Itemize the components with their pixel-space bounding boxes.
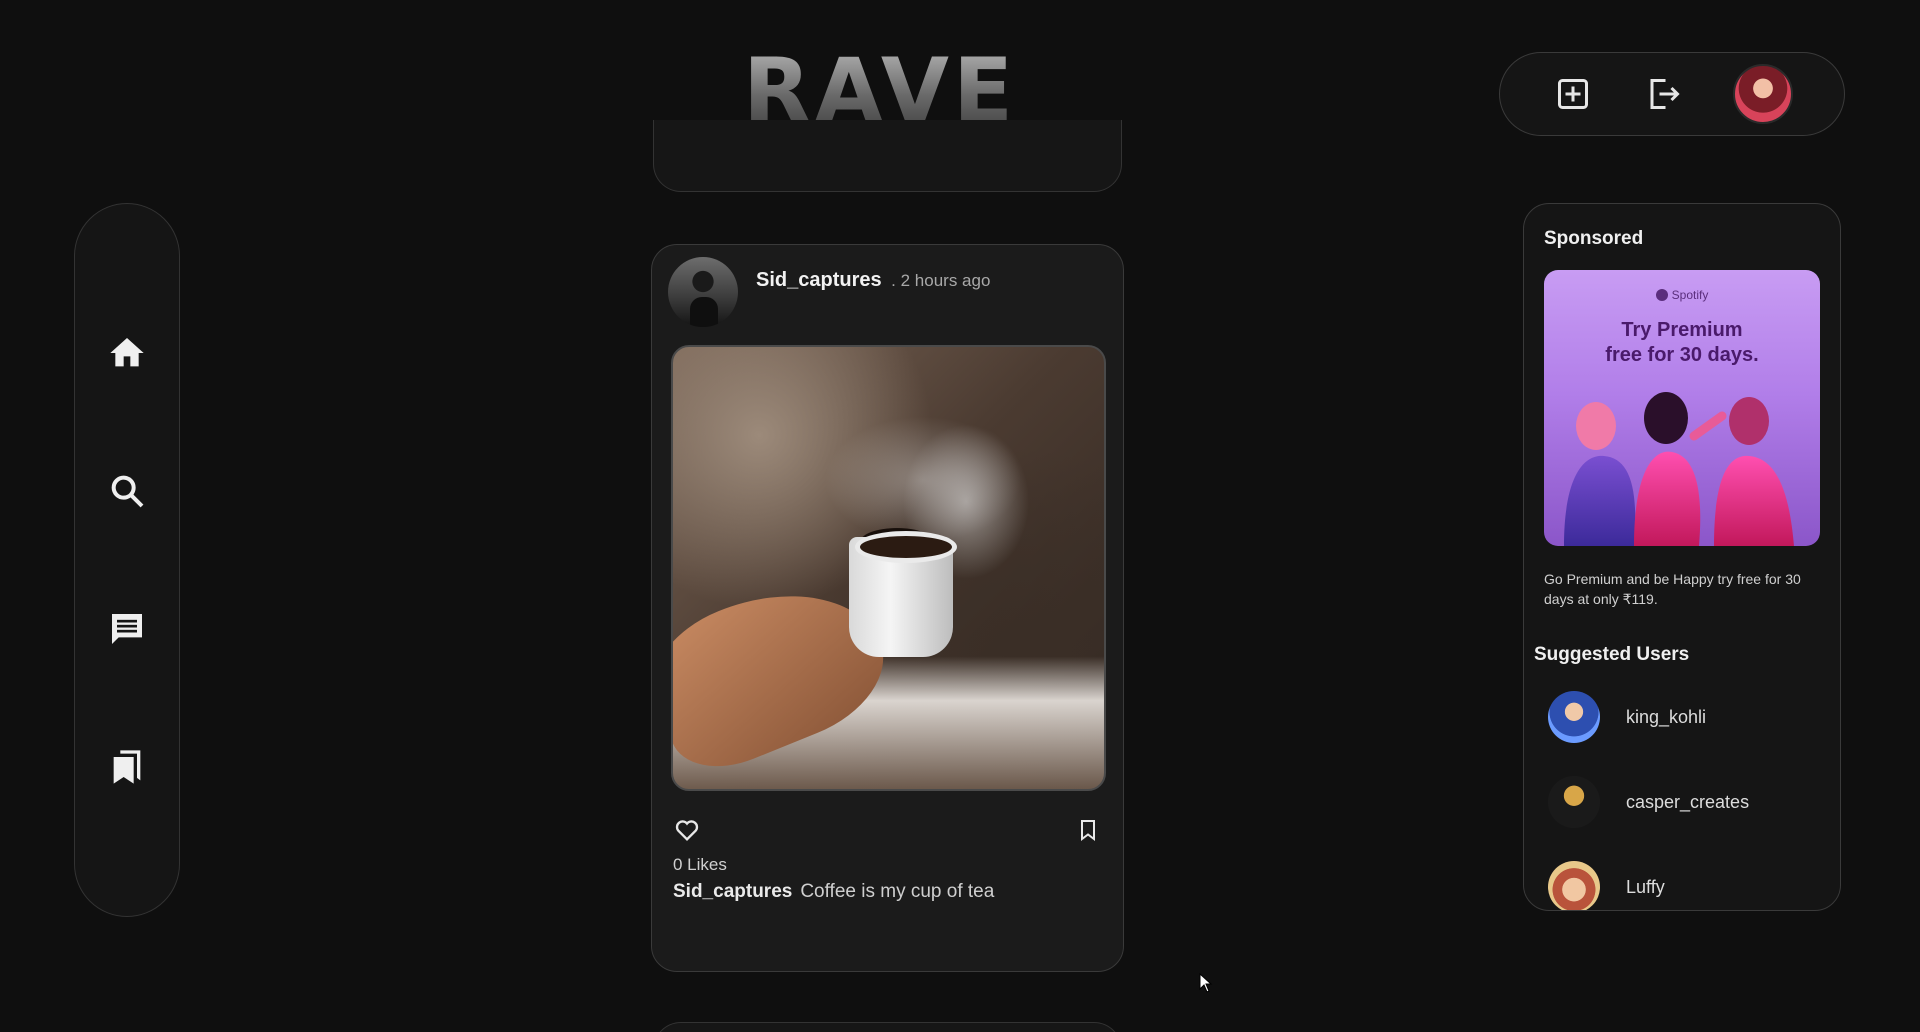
ad-brand-label: Spotify <box>1671 288 1709 302</box>
ad-headline: Try Premium free for 30 days. <box>1605 319 1759 366</box>
previous-post-card <box>653 120 1122 192</box>
bookmark-icon <box>1081 820 1095 841</box>
post-meta: Sid_captures . 2 hours ago <box>756 269 990 292</box>
mouse-cursor-icon <box>1199 973 1213 993</box>
search-icon <box>111 475 144 508</box>
right-panel: Sponsored Spotify Try Premium free for 3… <box>1523 203 1841 911</box>
post-author-name[interactable]: Sid_captures <box>756 269 882 291</box>
post-image[interactable] <box>671 345 1106 791</box>
sponsored-title: Sponsored <box>1544 228 1644 249</box>
like-button[interactable] <box>672 815 702 845</box>
suggested-user-row[interactable]: king_kohli <box>1548 691 1706 743</box>
chat-icon <box>112 614 142 644</box>
sidebar-nav <box>74 203 180 917</box>
home-icon <box>110 338 144 367</box>
ad-description: Go Premium and be Happy try free for 30 … <box>1544 571 1801 607</box>
user-name: casper_creates <box>1626 791 1750 812</box>
suggested-user-row[interactable]: Luffy <box>1548 861 1665 910</box>
likes-count: 0 Likes <box>673 855 727 874</box>
user-avatar <box>1548 776 1600 828</box>
ad-people-illustration <box>1564 392 1794 546</box>
app-page: RAVE Sid_captures . 2 hours ago 0 Likes … <box>0 0 1920 1032</box>
next-post-card <box>653 1022 1122 1032</box>
create-post-button[interactable] <box>1551 72 1595 116</box>
sidebar-item-home[interactable] <box>99 325 155 381</box>
profile-avatar[interactable] <box>1732 64 1793 124</box>
ad-brand: Spotify <box>1544 288 1820 302</box>
save-post-button[interactable] <box>1073 815 1103 845</box>
post-timestamp: . 2 hours ago <box>891 271 991 290</box>
caption-text: Coffee is my cup of tea <box>800 881 995 902</box>
suggested-user-row[interactable]: casper_creates <box>1548 776 1749 828</box>
spotify-icon <box>1655 289 1668 301</box>
sponsored-ad[interactable]: Spotify Try Premium free for 30 days. <box>1544 270 1820 546</box>
post-author-avatar[interactable] <box>668 257 738 327</box>
sidebar-item-messages[interactable] <box>99 601 155 657</box>
sidebar-item-search[interactable] <box>99 463 155 519</box>
post-card: Sid_captures . 2 hours ago 0 Likes Sid_c… <box>651 244 1124 972</box>
user-name: Luffy <box>1626 876 1665 897</box>
top-actions-bar <box>1499 52 1845 136</box>
caption-username[interactable]: Sid_captures <box>673 881 792 902</box>
post-caption: Sid_captures Coffee is my cup of tea <box>673 881 994 903</box>
post-actions <box>672 815 1103 845</box>
plus-square-icon <box>1558 79 1589 109</box>
sidebar-item-saved[interactable] <box>99 739 155 795</box>
logout-icon <box>1650 79 1680 109</box>
post-header: Sid_captures . 2 hours ago <box>668 257 990 327</box>
user-avatar <box>1548 861 1600 910</box>
cup-shape <box>849 531 957 657</box>
user-name: king_kohli <box>1626 706 1707 727</box>
user-avatar <box>1548 691 1600 743</box>
heart-icon <box>675 820 699 841</box>
logout-button[interactable] <box>1642 72 1686 116</box>
bookmarks-icon <box>113 750 141 784</box>
suggested-users-title: Suggested Users <box>1534 644 1690 665</box>
